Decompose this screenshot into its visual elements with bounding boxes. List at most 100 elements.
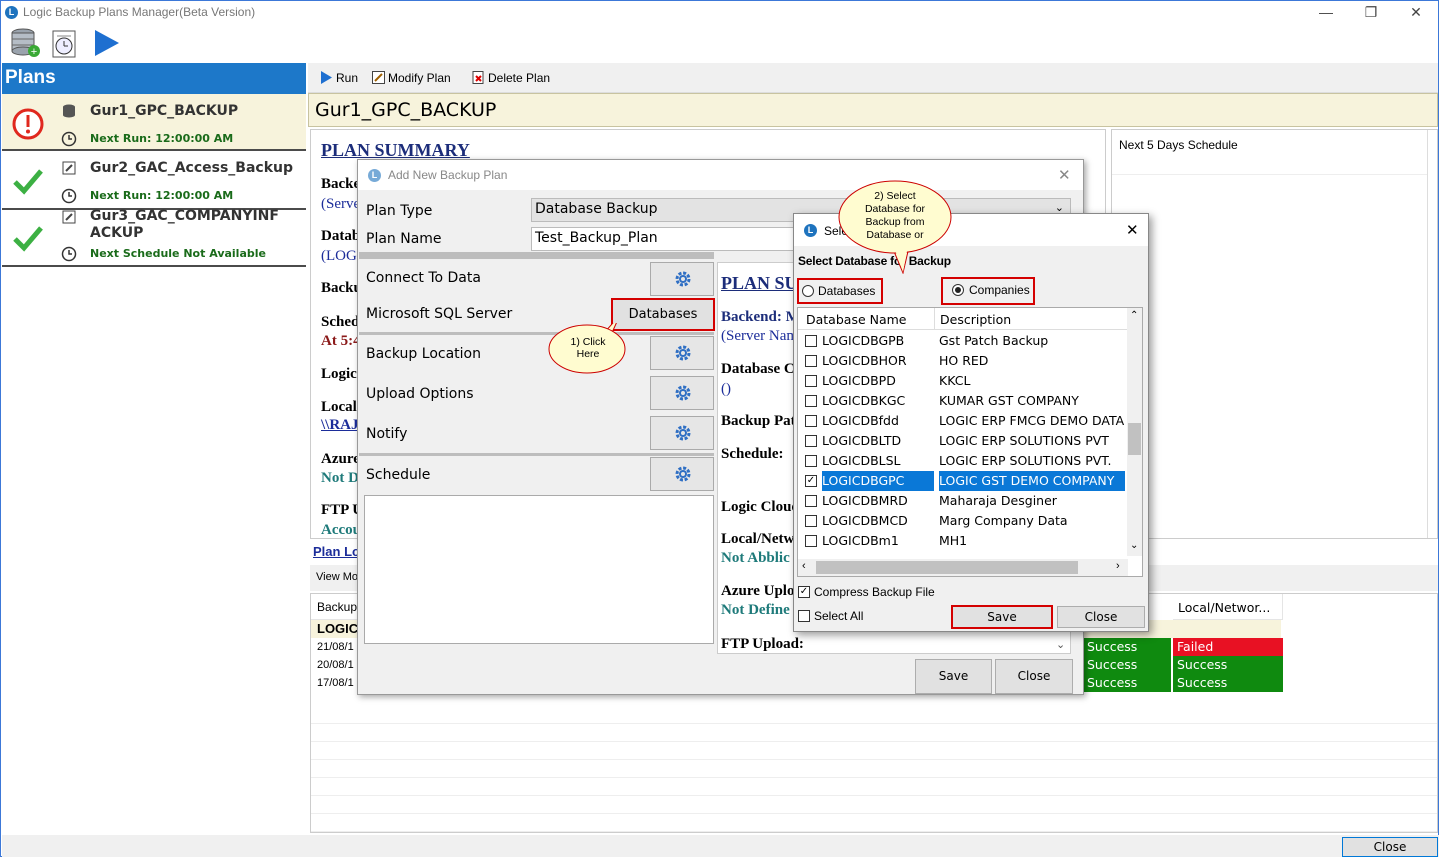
select-all-checkbox[interactable] [798,610,810,622]
companies-radio-label: Companies [969,283,1030,297]
plan-item-gur3[interactable]: Gur3_GAC_COMPANYINF ACKUP Next Schedule … [2,208,306,267]
radio-checked-icon [952,284,964,296]
row-checkbox[interactable] [805,355,817,367]
database-row[interactable]: LOGICDBm2 MH2 [798,551,1124,555]
schedule-settings-button[interactable] [650,457,714,491]
callout2-line: Database or [866,229,924,241]
clock-icon [61,131,77,150]
database-row[interactable]: LOGICDBPD KKCL [798,371,1124,391]
backup-location-settings-button[interactable] [650,336,714,370]
divider [359,252,714,259]
database-rows: LOGICDBGPB Gst Patch Backup LOGICDBHOR HO R… [798,331,1128,555]
run-button[interactable]: Run [318,68,358,88]
database-row[interactable]: LOGICDBLTD LOGIC ERP SOLUTIONS PVT [798,431,1124,451]
summary-at: At 5:4 [321,333,361,349]
row-checkbox[interactable] [805,535,817,547]
callout1-line1: 1) Click [570,336,606,348]
divider [359,332,714,335]
database-name: LOGICDBMCD [822,513,908,528]
close-icon[interactable]: ✕ [1126,221,1139,239]
row-checkbox[interactable] [805,415,817,427]
divider [1427,130,1428,538]
callout2-line: 2) Select [874,190,916,202]
database-row[interactable]: LOGICDBm1 MH1 [798,531,1124,551]
row-checkbox[interactable] [805,495,817,507]
notify-settings-button[interactable] [650,416,714,450]
close-button[interactable]: Close [1057,606,1145,628]
database-row[interactable]: LOGICDBMCD Marg Company Data [798,511,1124,531]
row-checkbox[interactable] [805,515,817,527]
summary-database: Datab [321,228,361,244]
vertical-scrollbar[interactable]: ⌃ ⌄ [1127,308,1142,556]
summary-backup: Backu [321,280,362,296]
minimize-icon[interactable]: — [1311,3,1341,23]
divider [1112,174,1427,175]
modify-plan-button[interactable]: Modify Plan [370,68,451,88]
plan-item-gur2[interactable]: Gur2_GAC_Access_Backup Next Run: 12:00:0… [2,153,306,210]
database-row[interactable]: LOGICDBfdd LOGIC ERP FMCG DEMO DATA [798,411,1124,431]
col-backup: Backup [317,600,358,614]
database-name: LOGICDBm2 [822,551,934,555]
chevron-down-icon[interactable]: ⌄ [1056,638,1065,651]
restore-icon[interactable]: ❐ [1356,3,1386,23]
close-icon[interactable]: ✕ [1058,166,1071,184]
add-database-icon[interactable]: + [9,27,43,59]
database-description: MH1 [939,533,968,548]
database-name: LOGICDBKGC [822,393,906,408]
database-name: LOGICDBfdd [822,413,899,428]
summary-backend: Backe [321,176,361,192]
row-checkbox[interactable] [805,435,817,447]
scroll-up-icon[interactable]: ⌃ [1130,310,1138,321]
plan-item-gur1[interactable]: Gur1_GPC_BACKUP Next Run: 12:00:00 AM [2,94,306,151]
status-cell: Success [1173,656,1283,674]
status-cell: Success [1083,674,1171,692]
database-row[interactable]: ✓ LOGICDBGPC LOGIC GST DEMO COMPANY [798,471,1125,491]
dialog-logic-cloud: Logic Cloud [721,499,800,515]
col-description: Description [940,312,1012,327]
schedule-list[interactable] [364,495,714,644]
selected-plan-title: Gur1_GPC_BACKUP [308,93,1438,127]
companies-radio[interactable]: Companies [941,277,1035,305]
summary-schedule: Sched [321,314,360,330]
select-all-label: Select All [814,609,864,623]
database-row[interactable]: LOGICDBLSL LOGIC ERP SOLUTIONS PVT. [798,451,1124,471]
success-check-icon [12,165,44,200]
database-row[interactable]: LOGICDBHOR HO RED [798,351,1124,371]
empty-rows [311,706,1437,832]
compress-checkbox[interactable]: ✓ [798,586,810,598]
save-button[interactable]: Save [915,659,992,694]
scroll-right-icon[interactable]: › [1116,560,1120,572]
horizontal-scrollbar[interactable]: ‹ › [798,559,1128,576]
grid-header: Local/Networ... [1173,594,1283,620]
plan-name: Gur2_GAC_Access_Backup [90,160,294,176]
close-button[interactable]: Close [995,659,1073,694]
row-checkbox[interactable] [805,335,817,347]
upload-settings-button[interactable] [650,376,714,410]
row-checkbox[interactable] [805,375,817,387]
delete-plan-button[interactable]: Delete Plan [470,68,550,88]
row-checkbox[interactable]: ✓ [805,475,817,487]
database-description: MH2 [939,551,1125,555]
schedule-icon[interactable] [49,27,83,59]
connect-settings-button[interactable] [650,262,714,296]
scroll-down-icon[interactable]: ⌄ [1130,540,1138,551]
plan-log-link[interactable]: Plan Lo [313,544,360,559]
database-row[interactable]: LOGICDBMRD Maharaja Desginer [798,491,1124,511]
database-row[interactable]: LOGICDBGPB Gst Patch Backup [798,331,1124,351]
save-button[interactable]: Save [951,605,1053,629]
row-checkbox[interactable] [805,455,817,467]
database-row[interactable]: LOGICDBKGC KUMAR GST COMPANY [798,391,1124,411]
databases-radio[interactable]: Databases [797,278,883,304]
database-name: LOGICDBGPB [822,333,905,348]
scroll-left-icon[interactable]: ‹ [802,560,806,572]
success-check-icon [12,222,44,257]
close-button[interactable]: Close [1342,837,1438,857]
row-checkbox[interactable] [805,395,817,407]
scrollbar-thumb[interactable] [816,561,1078,574]
dialog-ftp-upload: FTP Upload: [721,636,804,652]
run-play-icon[interactable] [91,27,125,59]
scrollbar-thumb[interactable] [1128,423,1141,455]
status-cell: Failed [1173,638,1283,656]
status-cell: Success [1173,674,1283,692]
close-window-icon[interactable]: ✕ [1401,3,1431,23]
